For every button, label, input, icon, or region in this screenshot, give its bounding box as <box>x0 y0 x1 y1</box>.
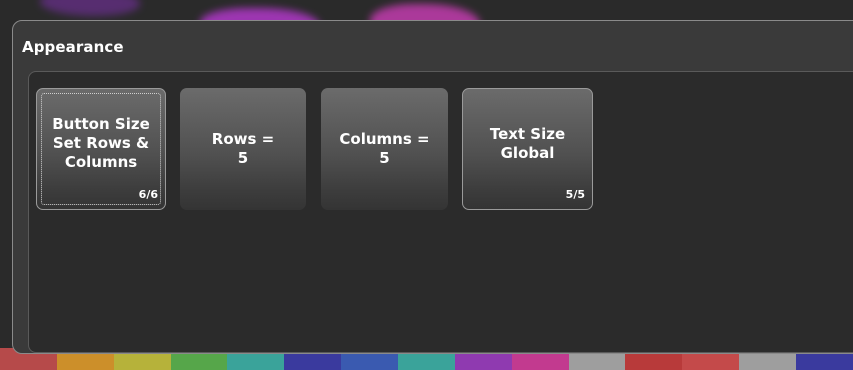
button-label-line: Columns <box>64 153 138 171</box>
button-count: 6/6 <box>138 188 158 201</box>
button-label-line: Rows = <box>211 130 275 148</box>
columns-button[interactable]: Columns = 5 <box>321 88 448 210</box>
button-size-button[interactable]: Button Size Set Rows & Columns 6/6 <box>36 88 166 210</box>
button-label-line: Button Size <box>52 115 150 133</box>
button-label-line: 5 <box>237 149 249 167</box>
background-blob <box>40 0 140 16</box>
button-label-line: Columns = <box>339 130 430 148</box>
panel-title: Appearance <box>22 38 124 56</box>
button-label-line: Set Rows & <box>52 134 150 152</box>
button-count: 5/5 <box>565 188 585 201</box>
text-size-button[interactable]: Text Size Global 5/5 <box>462 88 593 210</box>
button-label-line: Global <box>500 144 555 162</box>
button-label-line: Text Size <box>489 125 566 143</box>
button-label-line: 5 <box>379 149 390 167</box>
rows-button[interactable]: Rows = 5 <box>180 88 306 210</box>
